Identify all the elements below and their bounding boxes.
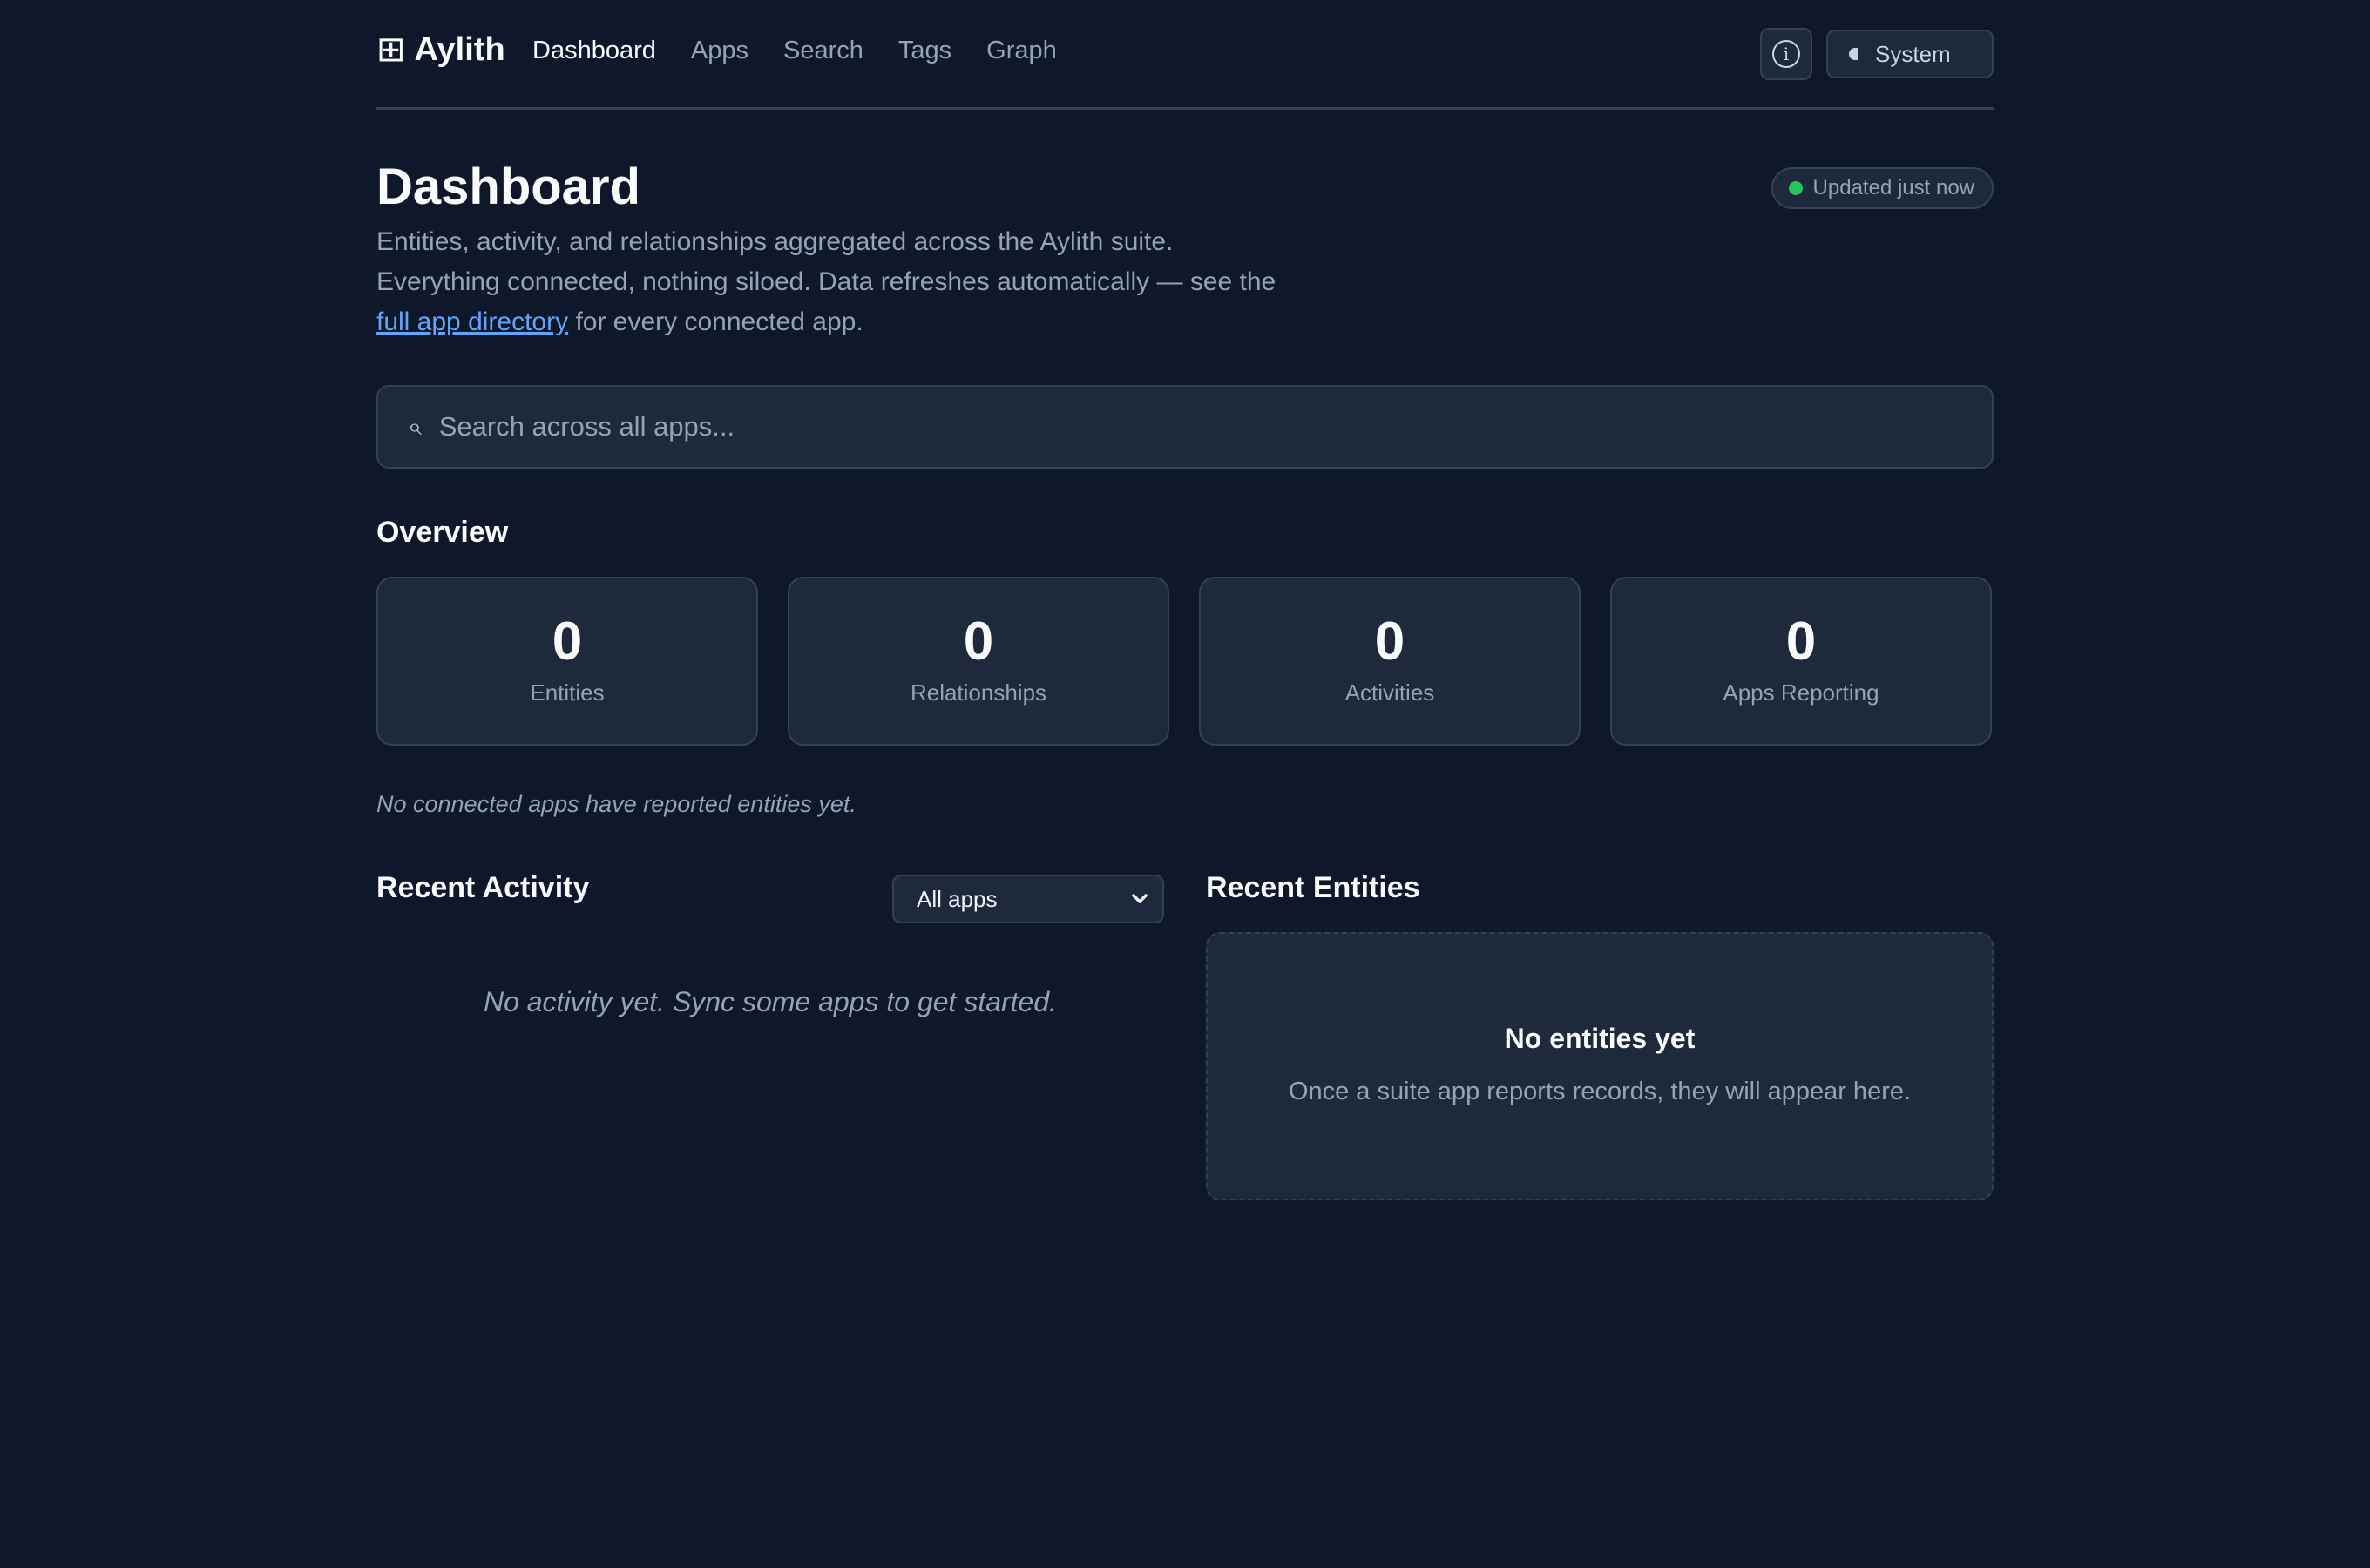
activity-empty-state: No activity yet. Sync some apps to get s…	[483, 986, 1058, 1017]
nav-actions: i System	[1760, 28, 1994, 80]
stats-grid: 0 Entities 0 Relationships 0 Activities …	[376, 577, 1992, 746]
stat-value: 0	[963, 612, 994, 672]
search-input[interactable]	[438, 411, 1920, 443]
brand-name: Aylith	[414, 31, 505, 68]
status-badge: Updated just now	[1771, 167, 1994, 209]
intro-text-end: for every connected app.	[568, 308, 863, 336]
entities-empty-title: No entities yet	[1504, 1023, 1696, 1054]
stat-label: Entities	[530, 679, 605, 706]
overview-note: No connected apps have reported entities…	[376, 791, 857, 817]
app-directory-link[interactable]: full app directory	[376, 308, 568, 336]
status-badge-label: Updated just now	[1812, 176, 1974, 199]
page-intro: Entities, activity, and relationships ag…	[376, 222, 1283, 342]
recent-activity-title: Recent Activity	[376, 871, 590, 904]
entities-empty-state: No entities yet Once a suite app reports…	[1206, 932, 1994, 1200]
recent-entities-title: Recent Entities	[1206, 871, 1420, 904]
info-icon: i	[1772, 40, 1800, 68]
main-container: ⊞ Aylith Dashboard Apps Search Tags Grap…	[376, 0, 1994, 1200]
stat-value: 0	[1785, 612, 1817, 672]
stat-value: 0	[552, 612, 583, 672]
stat-card-entities: 0 Entities	[376, 577, 758, 746]
nav-link-apps[interactable]: Apps	[691, 33, 748, 68]
nav-link-graph[interactable]: Graph	[986, 33, 1057, 68]
stat-card-activities: 0 Activities	[1199, 577, 1581, 746]
half-moon-icon	[1849, 48, 1858, 60]
nav-links: Dashboard Apps Search Tags Graph	[532, 33, 1057, 68]
app-filter-value: All apps	[917, 885, 998, 912]
stat-label: Relationships	[910, 679, 1047, 706]
page: ⊞ Aylith Dashboard Apps Search Tags Grap…	[0, 0, 2370, 1568]
info-button[interactable]: i	[1760, 28, 1812, 80]
app-filter-select[interactable]: All apps	[892, 875, 1164, 923]
brand[interactable]: ⊞ Aylith	[376, 30, 505, 70]
grid-icon: ⊞	[376, 30, 406, 69]
entities-empty-text: Once a suite app reports records, they w…	[1288, 1078, 1912, 1105]
theme-toggle-button[interactable]: System	[1826, 30, 1994, 78]
stat-card-apps-reporting: 0 Apps Reporting	[1610, 577, 1992, 746]
top-nav: ⊞ Aylith Dashboard Apps Search Tags Grap…	[376, 0, 1994, 110]
nav-link-dashboard[interactable]: Dashboard	[532, 33, 656, 68]
page-title: Dashboard	[376, 159, 640, 215]
stat-label: Activities	[1344, 679, 1435, 706]
nav-link-search[interactable]: Search	[783, 33, 863, 68]
search-bar[interactable]: ⌕	[376, 385, 1994, 469]
stat-label: Apps Reporting	[1723, 679, 1879, 706]
status-dot-icon	[1788, 181, 1803, 195]
stat-value: 0	[1374, 612, 1405, 672]
theme-label: System	[1875, 40, 1951, 67]
stat-card-relationships: 0 Relationships	[788, 577, 1169, 746]
overview-title: Overview	[376, 516, 509, 549]
intro-text: Entities, activity, and relationships ag…	[376, 227, 1276, 296]
search-icon: ⌕	[408, 412, 422, 440]
nav-link-tags[interactable]: Tags	[898, 33, 951, 68]
chevron-down-icon	[1132, 894, 1148, 903]
